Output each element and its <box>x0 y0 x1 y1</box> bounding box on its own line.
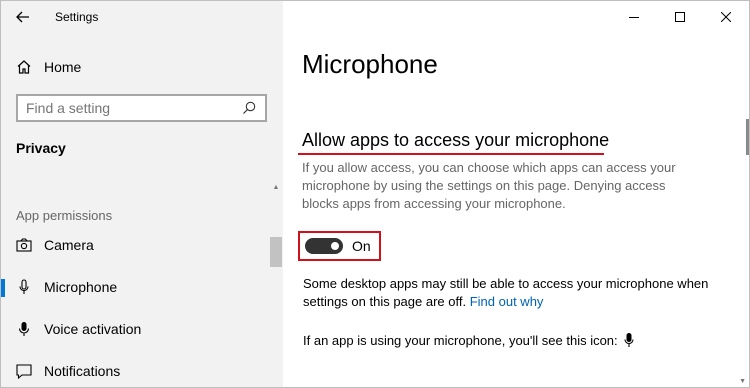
maximize-icon <box>675 12 685 22</box>
minimize-button[interactable] <box>611 1 657 33</box>
sidebar-item-notifications[interactable]: Notifications <box>1 353 269 387</box>
close-button[interactable] <box>703 1 749 33</box>
settings-window: Settings Home Privacy App permissions Ca… <box>0 0 750 388</box>
section-heading: Allow apps to access your microphone <box>302 130 610 150</box>
section-title: Privacy <box>16 140 66 156</box>
home-icon <box>16 59 32 75</box>
page-title: Microphone <box>302 49 438 79</box>
search-box[interactable] <box>16 94 267 122</box>
find-out-why-link[interactable]: Find out why <box>470 294 544 309</box>
scroll-up-arrow-icon[interactable]: ▲ <box>269 181 283 193</box>
scroll-down-arrow-icon[interactable]: ▼ <box>739 378 746 385</box>
back-arrow-icon <box>16 11 29 23</box>
scrollbar-thumb[interactable] <box>270 237 282 267</box>
title-bar: Settings <box>1 1 283 33</box>
notifications-icon <box>16 363 32 379</box>
sidebar-item-label: Camera <box>44 237 94 253</box>
sidebar-item-voice-activation[interactable]: Voice activation <box>1 311 269 347</box>
search-input[interactable] <box>18 99 239 117</box>
window-caption-buttons <box>611 1 749 33</box>
desktop-apps-note: Some desktop apps may still be able to a… <box>303 275 723 311</box>
nav-home-label: Home <box>44 59 82 75</box>
main-scrollbar[interactable] <box>746 119 749 155</box>
sidebar-item-microphone[interactable]: Microphone <box>1 269 269 305</box>
mic-icon-notice: If an app is using your microphone, you'… <box>303 332 634 348</box>
nav-home[interactable]: Home <box>1 53 283 81</box>
sidebar-scrollbar[interactable]: ▲ <box>269 181 283 387</box>
toggle-highlight-box: On <box>298 231 381 261</box>
voice-activation-icon <box>16 321 32 337</box>
main-panel: Microphone Allow apps to access your mic… <box>283 1 749 387</box>
sidebar: Settings Home Privacy App permissions Ca… <box>1 1 283 387</box>
microphone-access-toggle[interactable] <box>305 238 343 254</box>
search-icon[interactable] <box>239 101 259 115</box>
toggle-state-label: On <box>352 238 371 254</box>
back-button[interactable] <box>1 1 45 33</box>
toggle-knob <box>331 242 339 250</box>
microphone-icon <box>16 279 32 295</box>
close-icon <box>721 12 731 22</box>
microphone-in-use-icon <box>624 332 634 348</box>
sidebar-item-camera[interactable]: Camera <box>1 227 269 263</box>
selection-indicator <box>1 279 5 297</box>
minimize-icon <box>629 17 639 18</box>
sidebar-item-label: Notifications <box>44 363 121 379</box>
highlight-underline <box>298 153 604 155</box>
description-text: If you allow access, you can choose whic… <box>302 160 676 211</box>
camera-icon <box>16 237 32 253</box>
maximize-button[interactable] <box>657 1 703 33</box>
group-label: App permissions <box>16 208 113 223</box>
sidebar-item-label: Microphone <box>44 279 118 295</box>
app-title: Settings <box>55 10 99 24</box>
sidebar-item-label: Voice activation <box>44 321 142 337</box>
icon-notice-text: If an app is using your microphone, you'… <box>303 332 618 348</box>
